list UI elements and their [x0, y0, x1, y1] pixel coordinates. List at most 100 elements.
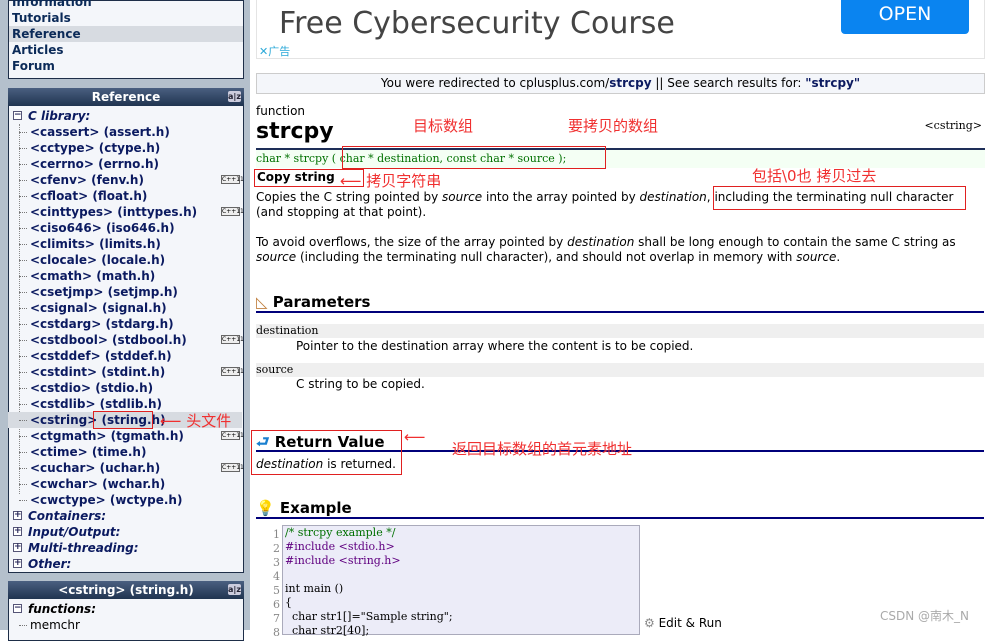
tree-branch [19, 292, 27, 293]
group-item[interactable]: + Other: [8, 556, 71, 572]
annotation-null: 包括\0也 拷贝过去 [752, 167, 877, 185]
group-c-library[interactable]: − C library: [8, 108, 90, 124]
header-item[interactable]: <climits> (limits.h) [8, 236, 242, 252]
annotation-box-null [713, 186, 966, 210]
header-item[interactable]: <cmath> (math.h) [8, 268, 242, 284]
header-item[interactable]: <csignal> (signal.h) [8, 300, 242, 316]
header-label: <ciso646> (iso646.h) [30, 221, 175, 235]
sort-az-icon[interactable]: a|z [228, 584, 241, 595]
expand-icon[interactable]: + [13, 543, 22, 552]
group-item[interactable]: + Multi-threading: [8, 540, 139, 556]
nav-information[interactable]: Information [9, 0, 243, 10]
expand-icon[interactable]: + [13, 559, 22, 568]
description-p2: To avoid overflows, the size of the arra… [256, 235, 956, 264]
close-icon[interactable]: ✕ [259, 45, 268, 58]
ad-title[interactable]: Free Cybersecurity Course [279, 6, 675, 41]
tree-branch [19, 244, 27, 245]
gear-icon: ⚙ [644, 616, 655, 630]
arrow-left-icon: ⟵ [404, 428, 426, 446]
nav-reference[interactable]: Reference [9, 26, 243, 42]
top-nav: Information Tutorials Reference Articles… [8, 0, 244, 79]
annotation-copy: ⟵ 拷贝字符串 [340, 172, 442, 190]
header-label: <cstdbool> (stdbool.h) [30, 333, 187, 347]
expand-icon[interactable]: + [13, 511, 22, 520]
line-number: 7 [273, 612, 280, 625]
group-label: Input/Output: [28, 525, 121, 539]
code-line: int main () [285, 582, 344, 595]
line-number: 4 [273, 570, 280, 583]
ruler-icon: ◺ [256, 293, 268, 311]
group-label: Other: [28, 557, 72, 571]
sort-az-icon[interactable]: a|z [228, 91, 241, 102]
header-label: <cstdint> (stdint.h) [30, 365, 166, 379]
header-item[interactable]: <cfloat> (float.h) [8, 188, 242, 204]
ad-open-button[interactable]: OPEN [841, 0, 969, 34]
header-item[interactable]: <cinttypes> (inttypes.h) C++11 [8, 204, 244, 220]
watermark: CSDN @南木_N [880, 609, 970, 623]
redirect-mid: || See search results for: [651, 76, 806, 90]
header-item[interactable]: <cstdio> (stdio.h) [8, 380, 242, 396]
header-label: <clocale> (locale.h) [30, 253, 166, 267]
nav-tutorials[interactable]: Tutorials [9, 10, 243, 26]
header-label: <cassert> (assert.h) [30, 125, 170, 139]
header-item[interactable]: <cwchar> (wchar.h) [8, 476, 242, 492]
header-item[interactable]: <cassert> (assert.h) [8, 124, 242, 140]
annotation-header-text: 头文件 [186, 412, 232, 430]
page-title: strcpy [256, 119, 334, 144]
header-label: <climits> (limits.h) [30, 237, 161, 251]
header-label: <csignal> (signal.h) [30, 301, 167, 315]
code-line: { [285, 596, 292, 609]
param-desc: Pointer to the destination array where t… [296, 339, 694, 353]
function-memchr[interactable]: memchr [8, 617, 242, 633]
collapse-icon[interactable]: − [13, 111, 22, 120]
header-label: <cstddef> (stddef.h) [30, 349, 172, 363]
search-results-link[interactable]: "strcpy" [805, 76, 860, 90]
annotation-header: ⟵ 头文件 [160, 410, 231, 431]
group-functions[interactable]: − functions: [8, 601, 96, 617]
expand-icon[interactable]: + [13, 527, 22, 536]
header-item[interactable]: <cctype> (ctype.h) [8, 140, 242, 156]
parameters-heading: ◺ Parameters [256, 293, 984, 313]
nav-forum[interactable]: Forum [9, 58, 243, 74]
tree-branch [19, 132, 27, 133]
example-heading: 💡 Example [256, 499, 984, 519]
group-label: functions: [28, 602, 96, 616]
header-item[interactable]: <ctime> (time.h) [8, 444, 242, 460]
group-label: Containers: [28, 509, 107, 523]
header-item[interactable]: <cuchar> (uchar.h) C++11 [8, 460, 244, 476]
tree-branch [19, 148, 27, 149]
line-number: 8 [273, 626, 280, 639]
header-item[interactable]: <cfenv> (fenv.h) C++11 [8, 172, 244, 188]
header-item[interactable]: <cerrno> (errno.h) [8, 156, 242, 172]
redirect-bar: You were redirected to cplusplus.com/str… [256, 73, 985, 94]
group-item[interactable]: + Containers: [8, 508, 106, 524]
header-item[interactable]: <csetjmp> (setjmp.h) [8, 284, 242, 300]
collapse-icon[interactable]: − [13, 604, 22, 613]
ad-banner[interactable]: Free Cybersecurity Course OPEN ✕广告 [256, 0, 985, 59]
nav-articles[interactable]: Articles [9, 42, 243, 58]
ad-close[interactable]: ✕广告 [259, 43, 290, 59]
annotation-box-header [93, 411, 153, 429]
annotation-box-return [251, 430, 402, 475]
line-number: 1 [273, 528, 280, 541]
header-label: <ctime> (time.h) [30, 445, 147, 459]
edit-run-button[interactable]: ⚙ Edit & Run [644, 616, 722, 630]
cpp11-badge: C++11 [221, 463, 244, 472]
header-item[interactable]: <clocale> (locale.h) [8, 252, 242, 268]
doc-kind: function [256, 104, 306, 118]
code-line: /* strcpy example */ [285, 526, 396, 539]
line-number: 3 [273, 556, 280, 569]
redirect-link[interactable]: strcpy [609, 76, 651, 90]
code-line: #include <string.h> [285, 554, 401, 567]
header-item[interactable]: <cstdarg> (stdarg.h) [8, 316, 242, 332]
header-item[interactable]: <cwctype> (wctype.h) [8, 492, 242, 508]
header-item[interactable]: <cstddef> (stddef.h) [8, 348, 242, 364]
annotation-return: 返回目标数组的首元素地址 [452, 440, 633, 458]
tree-branch [19, 484, 27, 485]
header-item[interactable]: <cstdint> (stdint.h) C++11 [8, 364, 244, 380]
tree-branch [19, 404, 27, 405]
header-item[interactable]: <cstdbool> (stdbool.h) C++11 [8, 332, 244, 348]
cpp11-badge: C++11 [221, 175, 244, 184]
header-item[interactable]: <ciso646> (iso646.h) [8, 220, 242, 236]
group-item[interactable]: + Input/Output: [8, 524, 120, 540]
